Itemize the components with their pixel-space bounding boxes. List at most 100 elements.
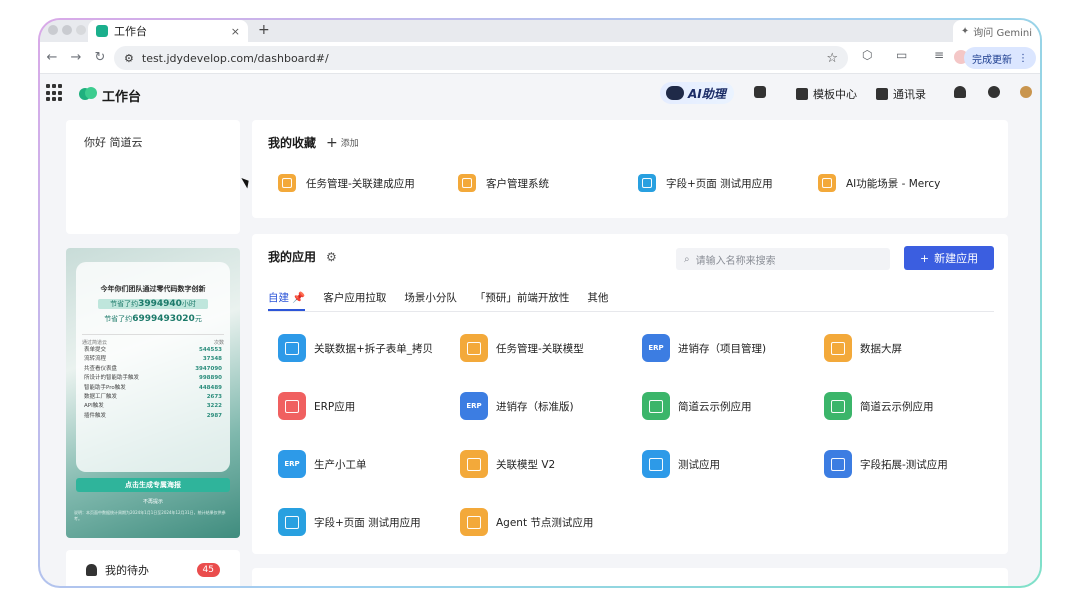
poster-content: 今年你们团队通过零代码数字创新 节省了约3994940小时 节省了约699949… xyxy=(76,262,230,472)
app-icon xyxy=(278,392,306,420)
annual-report-poster[interactable]: 今年你们团队通过零代码数字创新 节省了约3994940小时 节省了约699949… xyxy=(66,248,240,538)
add-favorite-button[interactable]: + 添加 xyxy=(326,135,359,151)
url-input[interactable]: ⚙ test.jdydevelop.com/dashboard#/ ☆ xyxy=(114,46,848,70)
poster-stat-value: 2673 xyxy=(206,394,222,401)
favorite-item[interactable]: 客户管理系统 xyxy=(458,174,638,192)
poster-stat-row: 所设计的智能助手触发 998890 xyxy=(82,374,224,383)
favorite-app-icon xyxy=(278,174,296,192)
poster-stat-row: API触发 3222 xyxy=(82,402,224,411)
maximize-window-dot[interactable] xyxy=(76,25,86,35)
tab-1[interactable]: 客户应用拉取 xyxy=(323,286,386,311)
back-icon[interactable]: ← xyxy=(40,50,64,65)
app-icon: ERP xyxy=(460,392,488,420)
bookmark-star-icon[interactable]: ☆ xyxy=(826,51,838,66)
favorite-item-label: 字段+页面 测试用应用 xyxy=(666,177,773,190)
gemini-label: 询问 Gemini xyxy=(973,27,1032,39)
more-menu-icon[interactable]: ⋮ xyxy=(1018,53,1028,64)
poster-stat-label: 共查看仪表盘 xyxy=(84,365,118,372)
app-launcher-icon[interactable] xyxy=(46,84,64,102)
reload-icon[interactable]: ↻ xyxy=(88,50,112,65)
user-avatar[interactable] xyxy=(1020,86,1032,98)
poster-stat-label: 数据工厂触发 xyxy=(84,394,118,401)
todo-bell-icon xyxy=(86,564,97,576)
app-item[interactable]: ERP 进销存（标准版) xyxy=(460,392,642,420)
app-item[interactable]: ERP 进销存（项目管理) xyxy=(642,334,824,362)
poster-stat-row: 数据工厂触发 2673 xyxy=(82,393,224,402)
poster-stat-label: 插件触发 xyxy=(84,412,107,419)
poster-stat-row: 流转流程 37348 xyxy=(82,355,224,364)
app-icon xyxy=(460,450,488,478)
poster-stat-row: 智能助手Pro触发 448489 xyxy=(82,384,224,393)
app-header: 工作台 AI助理 模板中心 通讯录 xyxy=(40,74,1040,116)
poster-saved-money: 节省了约6999493020元 xyxy=(104,314,202,324)
close-window-dot[interactable] xyxy=(48,25,58,35)
apps-title: 我的应用 xyxy=(268,250,317,264)
extensions-icon[interactable]: ⬡ xyxy=(862,48,872,62)
help-icon[interactable] xyxy=(988,86,1000,98)
app-item[interactable]: 任务管理-关联模型 xyxy=(460,334,642,362)
card-icon[interactable] xyxy=(754,86,766,98)
poster-saved-hours: 节省了约3994940小时 xyxy=(98,299,208,309)
app-item-label: 字段拓展-测试应用 xyxy=(860,458,948,471)
dont-show-again-link[interactable]: 不再提示 xyxy=(66,498,240,505)
update-button[interactable]: 完成更新 ⋮ xyxy=(964,47,1036,69)
favorite-item[interactable]: AI功能场景 - Mercy xyxy=(818,174,998,192)
my-todo-item[interactable]: 我的待办 45 xyxy=(66,550,240,586)
poster-stat-value: 3222 xyxy=(206,403,222,410)
browser-frame: 工作台 × + ✦ 询问 Gemini ← → ↻ ⚙ test.jdydeve… xyxy=(38,18,1042,588)
favorites-list: 任务管理-关联建成应用 客户管理系统 字段+页面 测试用应用 AI功能场景 - Mer… xyxy=(278,174,998,192)
apps-settings-icon[interactable]: ⚙ xyxy=(326,250,337,264)
app-item[interactable]: 关联数据+拆子表单_拷贝 xyxy=(278,334,460,362)
app-item[interactable]: ERP 生产小工单 xyxy=(278,450,460,478)
app-item[interactable]: 字段+页面 测试用应用 xyxy=(278,508,460,536)
browser-window: 工作台 × + ✦ 询问 Gemini ← → ↻ ⚙ test.jdydeve… xyxy=(40,20,1040,586)
app-item[interactable]: 简道云示例应用 xyxy=(642,392,824,420)
tab-close-icon[interactable]: × xyxy=(231,25,240,38)
app-item-label: 任务管理-关联模型 xyxy=(496,342,584,355)
tab-3[interactable]: 「预研」前端开放性 xyxy=(475,286,570,311)
favorite-item[interactable]: 任务管理-关联建成应用 xyxy=(278,174,458,192)
notification-bell-icon[interactable] xyxy=(954,86,966,98)
reading-list-icon[interactable]: ≡ xyxy=(934,48,944,62)
update-label: 完成更新 xyxy=(972,54,1012,66)
app-item[interactable]: 测试应用 xyxy=(642,450,824,478)
app-item[interactable]: 简道云示例应用 xyxy=(824,392,1006,420)
app-icon xyxy=(460,334,488,362)
new-tab-button[interactable]: + xyxy=(258,22,270,38)
ai-robot-icon xyxy=(666,86,684,100)
cast-icon[interactable]: ▭ xyxy=(896,48,907,62)
tab-0[interactable]: 自建 📌 xyxy=(268,286,306,311)
tab-bar: 工作台 × + ✦ 询问 Gemini xyxy=(40,20,1040,42)
generate-poster-button[interactable]: 点击生成专属海报 xyxy=(76,478,230,492)
minimize-window-dot[interactable] xyxy=(62,25,72,35)
app-item-label: 字段+页面 测试用应用 xyxy=(314,516,421,529)
app-item[interactable]: Agent 节点测试应用 xyxy=(460,508,642,536)
new-app-button[interactable]: + 新建应用 xyxy=(904,246,994,270)
tab-4[interactable]: 其他 xyxy=(587,286,608,311)
browser-tab[interactable]: 工作台 × xyxy=(88,20,248,42)
app-item[interactable]: 字段拓展-测试应用 xyxy=(824,450,1006,478)
app-item[interactable]: 数据大屏 xyxy=(824,334,1006,362)
forward-icon[interactable]: → xyxy=(64,50,88,65)
url-text: test.jdydevelop.com/dashboard#/ xyxy=(141,51,329,65)
plus-icon: + xyxy=(326,134,338,151)
ai-assistant-button[interactable]: AI助理 xyxy=(660,82,734,104)
new-app-label: 新建应用 xyxy=(934,252,979,265)
tab-favicon-icon xyxy=(96,25,108,37)
gemini-button[interactable]: ✦ 询问 Gemini xyxy=(952,20,1040,42)
template-grid-icon xyxy=(796,88,808,100)
favorite-item[interactable]: 字段+页面 测试用应用 xyxy=(638,174,818,192)
template-center-link[interactable]: 模板中心 xyxy=(796,86,857,102)
favorite-item-label: 任务管理-关联建成应用 xyxy=(306,177,415,190)
app-icon xyxy=(642,392,670,420)
tab-2[interactable]: 场景小分队 xyxy=(404,286,457,311)
app-search-input[interactable]: ⌕ 请输入名称来搜索 xyxy=(676,248,890,270)
poster-stat-label: 所设计的智能助手触发 xyxy=(84,375,140,382)
app-item[interactable]: 关联模型 V2 xyxy=(460,450,642,478)
contacts-link[interactable]: 通讯录 xyxy=(876,86,926,102)
site-info-icon[interactable]: ⚙ xyxy=(124,52,134,65)
poster-stat-label: 表单提交 xyxy=(84,347,107,353)
app-item[interactable]: ERP应用 xyxy=(278,392,460,420)
page-title: 工作台 xyxy=(102,90,142,105)
poster-stats-header: 通过简道云 次数 xyxy=(82,334,224,346)
